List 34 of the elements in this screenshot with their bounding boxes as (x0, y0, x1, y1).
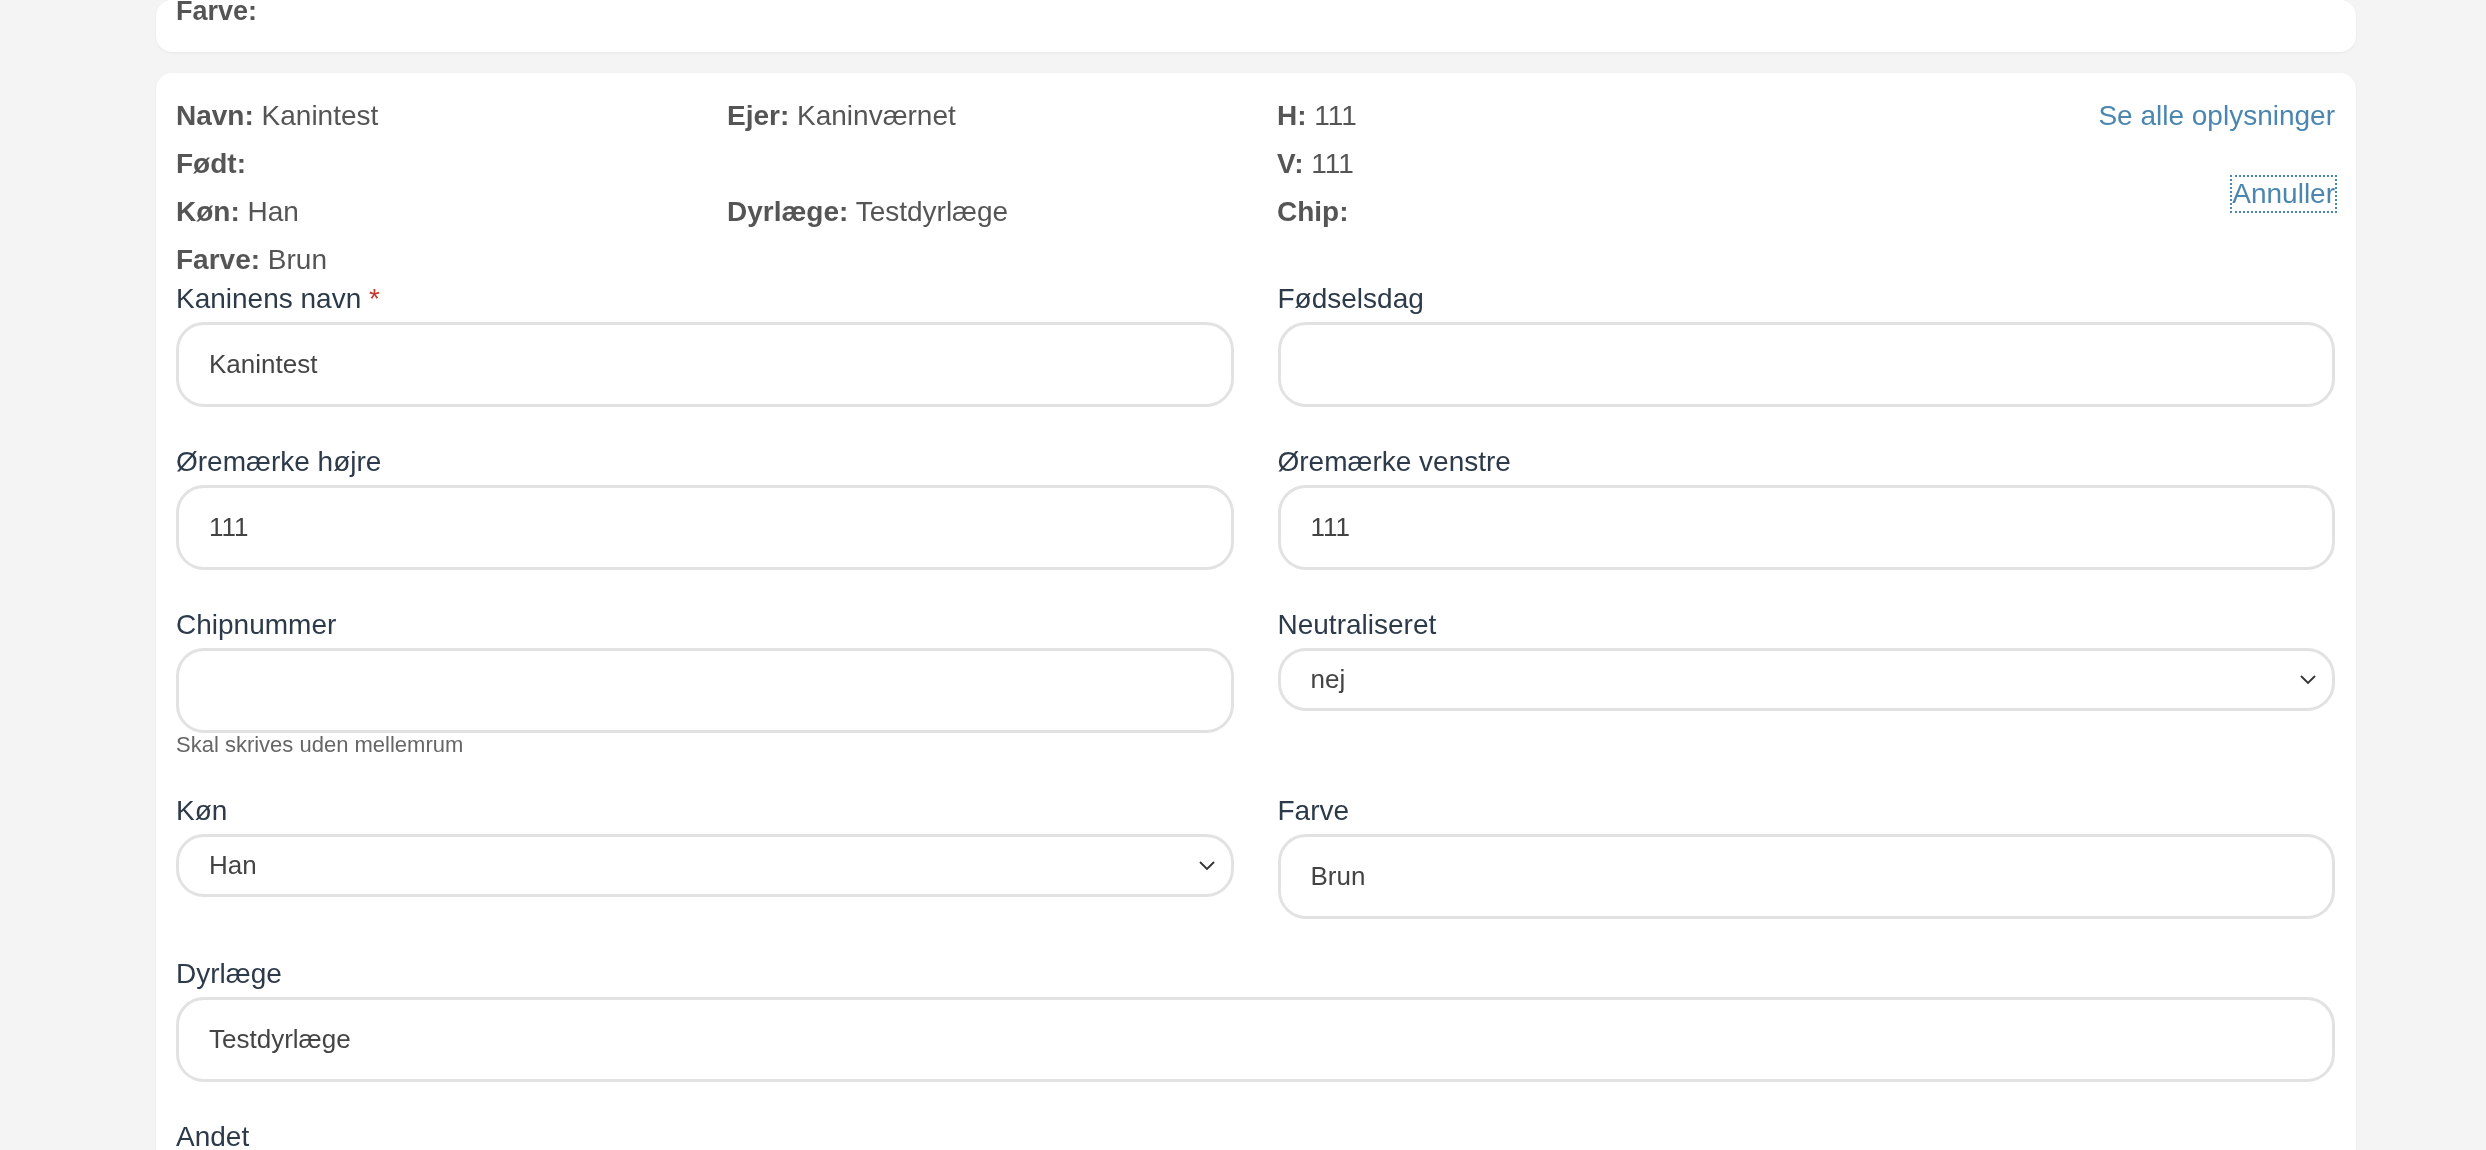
info-text: Chip: (1277, 195, 1350, 229)
info-text: Født: (176, 147, 247, 181)
info-text: Dyrlæge: Testdyrlæge (727, 195, 1010, 229)
info-text: Navn: Kanintest (176, 99, 380, 133)
hint-text: Skal skrives uden mellemrum (176, 734, 464, 756)
field-label: Fødselsdag (1277, 284, 1424, 314)
input-field[interactable]: 111 (1277, 485, 2335, 570)
info-text: Ejer: Kaninværnet (727, 99, 957, 133)
input-field[interactable] (1277, 322, 2335, 407)
field-label: Øremærke højre (176, 447, 382, 477)
chevron-down-icon (2300, 674, 2316, 685)
field-label: Køn (176, 796, 228, 826)
input-field[interactable]: 111 (176, 485, 1234, 570)
field-label: Dyrlæge (176, 959, 282, 989)
field-label: Øremærke venstre (1277, 447, 1511, 477)
info-text: Køn: Han (176, 195, 300, 229)
field-label: Farve: (176, 0, 259, 22)
field-label: Andet (176, 1122, 250, 1150)
dropdown[interactable]: nej (1277, 648, 2335, 711)
link[interactable]: Annuller (2232, 177, 2335, 211)
field-label: Neutraliseret (1277, 610, 1437, 640)
info-text: H: 111 (1277, 99, 1358, 133)
link[interactable]: Se alle oplysninger (2098, 92, 2335, 140)
input-field[interactable]: Testdyrlæge (176, 997, 2335, 1082)
field-label: Chipnummer (176, 610, 337, 640)
input-field[interactable]: Kanintest (176, 322, 1234, 407)
field-label: Farve (1277, 796, 1350, 826)
info-text: Farve: Brun (176, 243, 328, 277)
chevron-down-icon (1198, 860, 1215, 871)
input-field[interactable] (176, 648, 1234, 733)
field-label: Kaninens navn * (176, 284, 380, 314)
dropdown[interactable]: Han (176, 834, 1234, 897)
info-text: V: 111 (1277, 147, 1355, 181)
input-field[interactable]: Brun (1277, 834, 2335, 919)
